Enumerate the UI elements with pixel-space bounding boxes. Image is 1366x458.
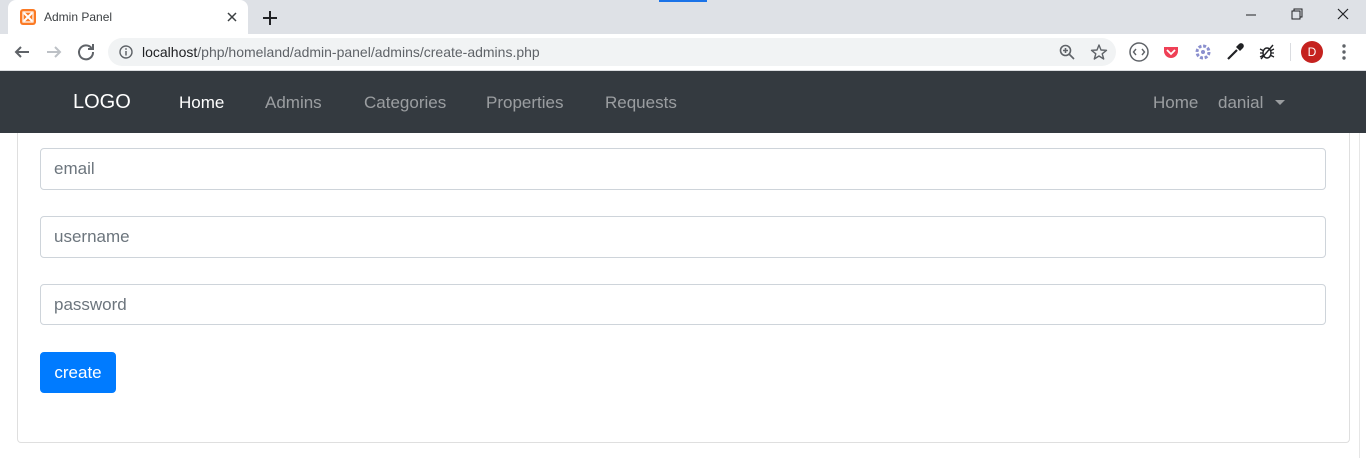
email-field[interactable] [40,148,1326,190]
toolbar-separator [1290,43,1291,61]
brand-logo[interactable]: LOGO [73,91,131,114]
nav-link-categories[interactable]: Categories [364,93,446,113]
tab-title: Admin Panel [44,10,113,24]
tab-strip-indicator [659,0,707,2]
user-dropdown[interactable]: danial [1218,93,1263,113]
admin-navbar: LOGO Home Admins Categories Properties R… [0,71,1366,133]
tab-strip: Admin Panel [0,0,1366,34]
url-host: localhost [142,44,198,60]
close-icon[interactable] [222,7,242,27]
reload-icon[interactable] [74,40,98,64]
url-path: /php/homeland/admin-panel/admins/create-… [197,44,540,60]
favicon-icon [20,9,36,25]
nav-link-admins[interactable]: Admins [265,93,322,113]
browser-toolbar: localhost/php/homeland/admin-panel/admin… [0,34,1366,71]
chevron-down-icon[interactable] [1275,100,1285,105]
extension-gear-icon[interactable] [1192,41,1214,63]
nav-link-home[interactable]: Home [179,93,224,113]
star-icon[interactable] [1090,43,1108,61]
profile-avatar[interactable]: D [1301,41,1323,63]
nav-link-requests[interactable]: Requests [605,93,677,113]
plus-icon[interactable] [258,6,282,30]
url-text[interactable]: localhost/php/homeland/admin-panel/admin… [142,44,540,60]
extension-eyedropper-icon[interactable] [1224,41,1246,63]
close-window-icon[interactable] [1320,0,1366,30]
address-bar[interactable]: localhost/php/homeland/admin-panel/admin… [108,38,1116,66]
kebab-menu-icon[interactable] [1336,42,1352,62]
maximize-icon[interactable] [1274,0,1320,30]
nav-link-right-home[interactable]: Home [1153,93,1198,113]
extension-code-icon[interactable] [1128,41,1150,63]
info-icon[interactable] [119,45,133,59]
zoom-icon[interactable] [1058,43,1076,61]
username-field[interactable] [40,216,1326,258]
nav-link-properties[interactable]: Properties [486,93,563,113]
browser-tab[interactable]: Admin Panel [8,0,248,34]
minimize-icon[interactable] [1228,0,1274,30]
password-field[interactable] [40,284,1326,325]
extension-bug-icon[interactable] [1256,41,1278,63]
forward-icon[interactable] [42,40,66,64]
back-icon[interactable] [10,40,34,64]
page-scroll-edge [1359,133,1360,458]
extension-pocket-icon[interactable] [1160,41,1182,63]
create-button[interactable]: create [40,352,116,393]
